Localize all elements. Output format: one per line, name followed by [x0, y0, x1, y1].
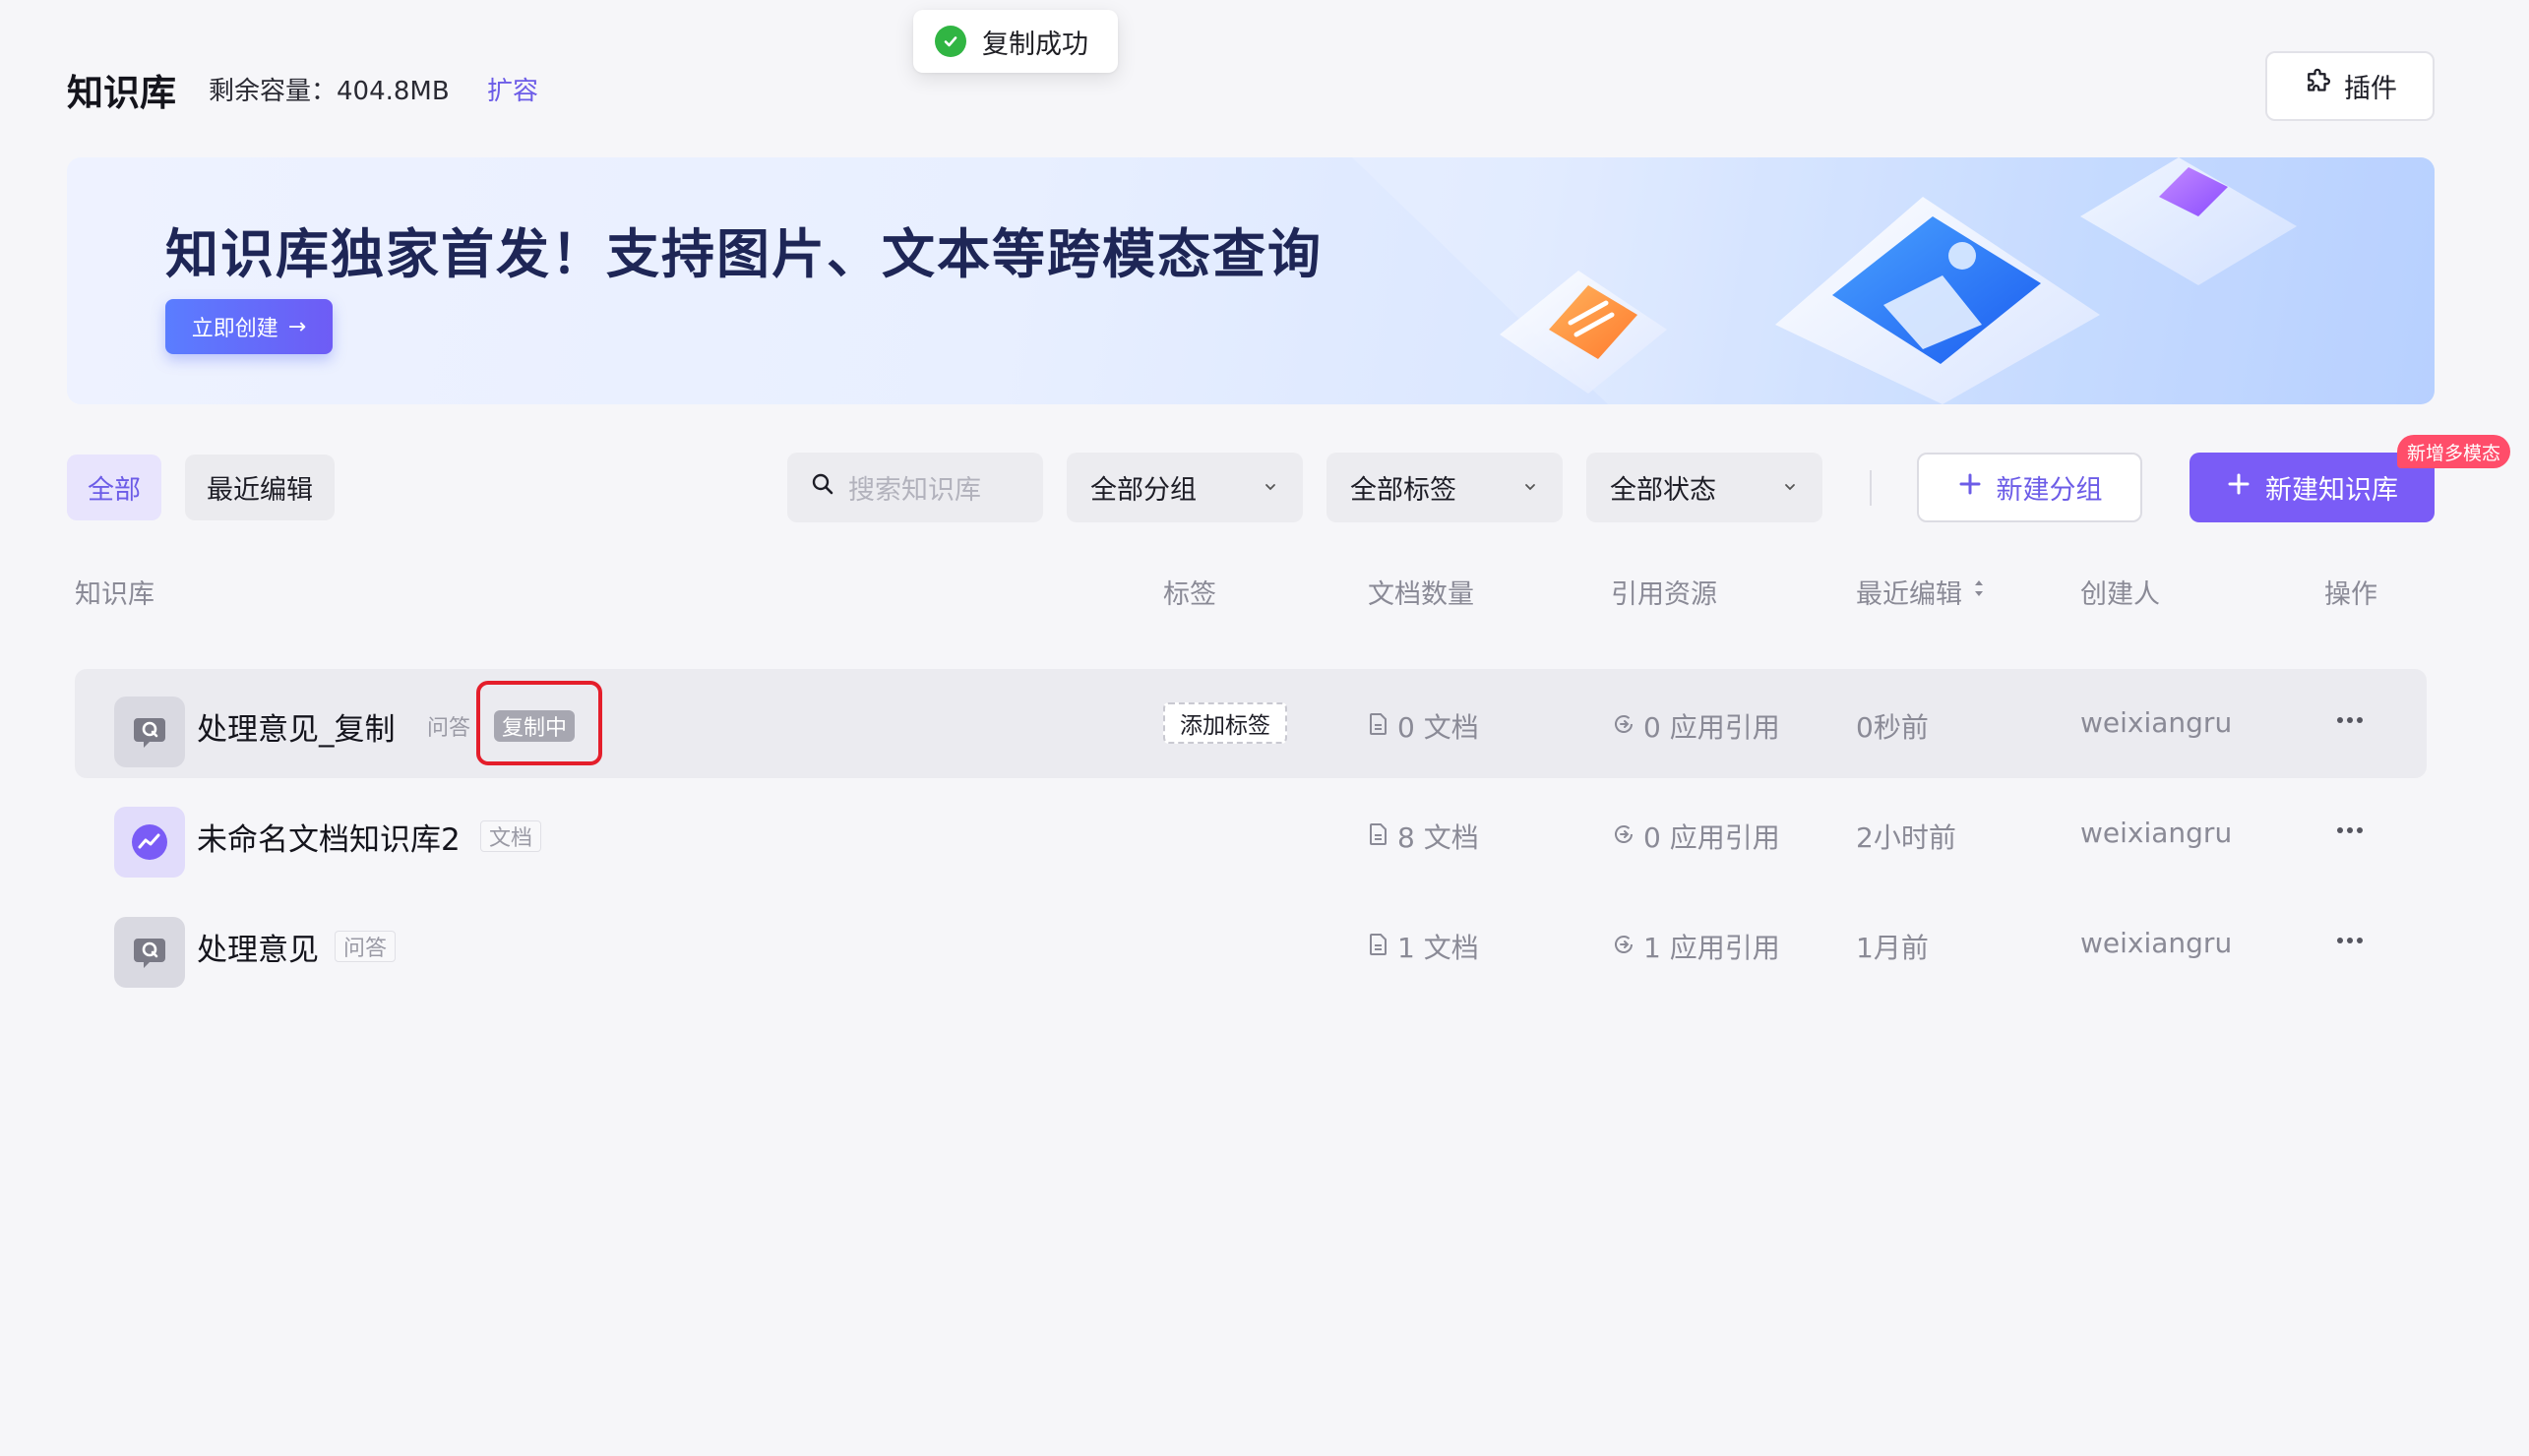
- qa-icon: [114, 697, 185, 767]
- add-tag-button[interactable]: 添加标签: [1163, 702, 1287, 744]
- qa-icon: [114, 917, 185, 988]
- reference-count: 0 应用引用: [1612, 817, 1780, 856]
- reference-icon: [1612, 931, 1635, 963]
- type-tag: 文档: [480, 820, 542, 852]
- plus-icon: [1957, 471, 1983, 504]
- column-header-creator: 创建人: [2080, 579, 2160, 610]
- capacity-label: 剩余容量：404.8MB: [209, 77, 450, 106]
- column-header-actions: 操作: [2324, 579, 2377, 610]
- last-edit-label: 最近编辑: [1856, 579, 1962, 610]
- column-header-docs: 文档数量: [1368, 579, 1474, 610]
- banner-illustration: [1352, 157, 2435, 404]
- new-knowledge-base-label: 新建知识库: [2265, 475, 2398, 506]
- doc-count: 1 文档: [1368, 927, 1479, 966]
- banner-headline: 知识库独家首发！支持图片、文本等跨模态查询: [165, 223, 1323, 285]
- plugin-label: 插件: [2344, 74, 2397, 104]
- document-icon: [1368, 820, 1389, 853]
- create-now-button[interactable]: 立即创建 →: [165, 299, 333, 354]
- type-tag: 问答: [335, 931, 397, 962]
- status-filter-select[interactable]: 全部状态: [1586, 453, 1822, 522]
- creator: weixiangru: [2080, 817, 2233, 849]
- knowledge-base-name[interactable]: 处理意见_复制: [197, 704, 396, 749]
- last-edited: 0秒前: [1856, 711, 1929, 744]
- more-actions-icon[interactable]: [2328, 809, 2372, 852]
- last-edited: 2小时前: [1856, 821, 1956, 854]
- column-header-tags: 标签: [1163, 579, 1216, 610]
- sort-icon: [1972, 575, 1986, 609]
- plugin-button[interactable]: 插件: [2265, 51, 2435, 121]
- reference-count: 0 应用引用: [1612, 706, 1780, 746]
- more-actions-icon[interactable]: [2328, 698, 2372, 742]
- table-row[interactable]: 未命名文档知识库2 文档 8 文档 0 应用引用 2小时前 weixiangru: [75, 779, 2427, 888]
- document-icon: [1368, 710, 1389, 743]
- reference-count: 1 应用引用: [1612, 927, 1780, 966]
- search-placeholder: 搜索知识库: [848, 475, 981, 506]
- column-header-last-edit[interactable]: 最近编辑: [1856, 573, 1986, 611]
- reference-icon: [1612, 820, 1635, 853]
- reference-icon: [1612, 710, 1635, 743]
- doc-count: 8 文档: [1368, 817, 1479, 856]
- chevron-down-icon: [1262, 472, 1279, 503]
- toast-message: 复制成功: [982, 29, 1088, 60]
- document-icon: [1368, 931, 1389, 963]
- tab-recent-edit[interactable]: 最近编辑: [185, 455, 335, 520]
- status-filter-value: 全部状态: [1610, 475, 1716, 506]
- plus-icon: [2226, 471, 2251, 504]
- creator: weixiangru: [2080, 927, 2233, 959]
- group-filter-select[interactable]: 全部分组: [1067, 453, 1303, 522]
- doc-count-label: 1 文档: [1397, 932, 1479, 964]
- knowledge-base-name[interactable]: 未命名文档知识库2: [197, 815, 461, 859]
- column-header-refs: 引用资源: [1611, 579, 1717, 610]
- tab-all[interactable]: 全部: [67, 455, 161, 520]
- page-title: 知识库: [67, 72, 176, 114]
- reference-count-label: 0 应用引用: [1643, 821, 1780, 854]
- reference-count-label: 0 应用引用: [1643, 711, 1780, 744]
- column-header-name: 知识库: [75, 579, 154, 610]
- expand-link[interactable]: 扩容: [487, 71, 538, 107]
- new-multimodal-badge: 新增多模态: [2397, 435, 2511, 468]
- knowledge-base-name[interactable]: 处理意见: [197, 925, 319, 969]
- success-toast: 复制成功: [913, 10, 1118, 73]
- reference-count-label: 1 应用引用: [1643, 932, 1780, 964]
- group-filter-value: 全部分组: [1090, 475, 1197, 506]
- table-row[interactable]: 处理意见_复制 问答 复制中 添加标签 0 文档 0 应用引用 0秒前 weix…: [75, 669, 2427, 778]
- doc-kb-icon: [114, 807, 185, 878]
- doc-count: 0 文档: [1368, 706, 1479, 746]
- chevron-down-icon: [1781, 472, 1799, 503]
- search-input[interactable]: 搜索知识库: [787, 453, 1043, 522]
- chevron-down-icon: [1521, 472, 1539, 503]
- last-edited: 1月前: [1856, 932, 1929, 964]
- search-icon: [811, 472, 834, 503]
- create-now-label: 立即创建: [191, 317, 278, 341]
- table-row[interactable]: 处理意见 问答 1 文档 1 应用引用 1月前 weixiangru: [75, 889, 2427, 999]
- new-group-label: 新建分组: [1996, 475, 2103, 506]
- more-actions-icon[interactable]: [2328, 919, 2372, 962]
- arrow-right-icon: →: [287, 314, 307, 339]
- doc-count-label: 0 文档: [1397, 711, 1479, 744]
- new-group-button[interactable]: 新建分组: [1917, 453, 2142, 522]
- promo-banner: 知识库独家首发！支持图片、文本等跨模态查询 立即创建 →: [67, 157, 2435, 404]
- type-tag: 问答: [427, 716, 471, 741]
- tag-filter-value: 全部标签: [1350, 475, 1456, 506]
- creator: weixiangru: [2080, 706, 2233, 739]
- puzzle-icon: [2303, 68, 2332, 104]
- check-circle-icon: [935, 26, 966, 57]
- doc-count-label: 8 文档: [1397, 821, 1479, 854]
- tag-filter-select[interactable]: 全部标签: [1326, 453, 1563, 522]
- highlight-annotation: [476, 681, 602, 765]
- toolbar-divider: [1870, 470, 1872, 506]
